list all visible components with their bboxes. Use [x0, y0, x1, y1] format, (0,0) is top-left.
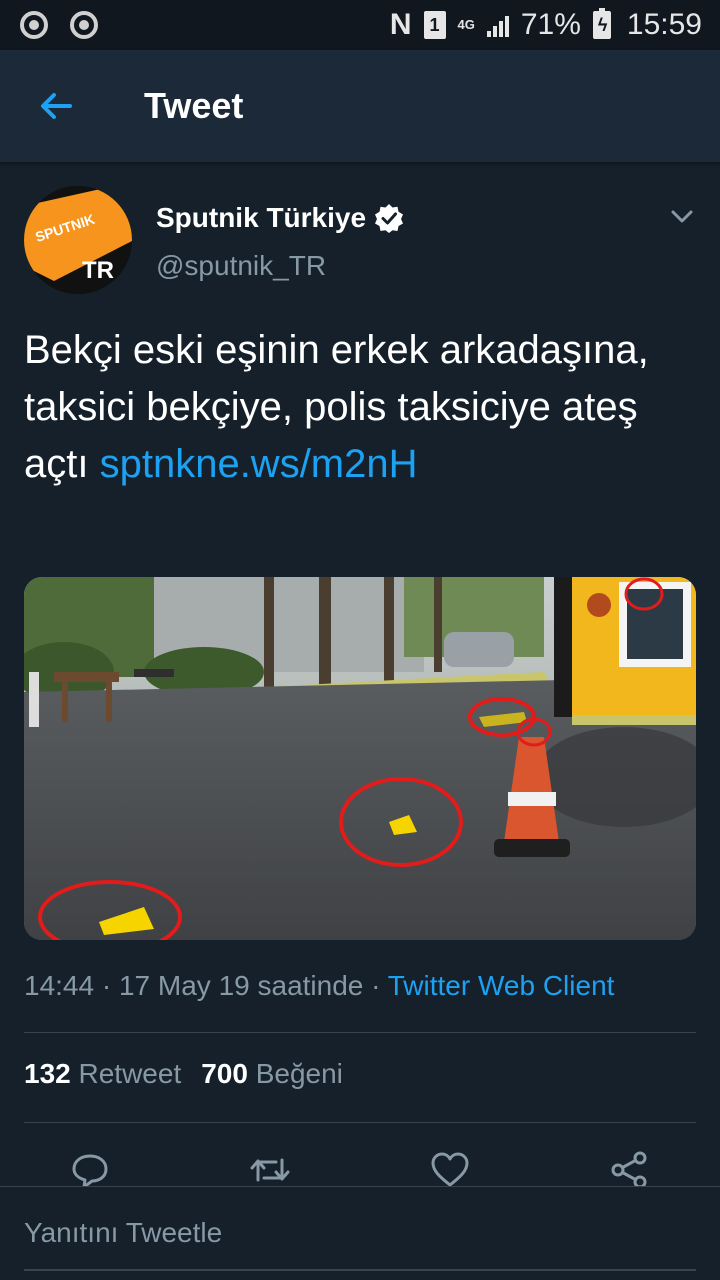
chrome-icon [20, 11, 48, 39]
author-name[interactable]: Sputnik Türkiye [156, 202, 404, 234]
tweet-time: 14:44 [24, 970, 95, 1001]
reply-icon [72, 1154, 108, 1189]
app-header: Tweet [0, 50, 720, 162]
nfc-icon: N [389, 8, 412, 41]
sim-icon: 1 [423, 11, 446, 39]
reply-underline [24, 1269, 696, 1271]
like-icon [431, 1152, 469, 1187]
battery-percent: 71% [520, 8, 581, 41]
tweet-stats: 132 Retweet 700 Beğeni [24, 1058, 343, 1090]
tweet-link[interactable]: sptnkne.ws/m2nH [100, 442, 418, 486]
crime-scene-photo [24, 577, 696, 940]
verified-badge-icon [374, 203, 404, 233]
like-stat[interactable]: 700 Beğeni [201, 1058, 343, 1089]
battery-charging-icon: ϟ [592, 8, 611, 39]
tweet-date: 17 May 19 saatinde [118, 970, 364, 1001]
signal-icon [486, 13, 509, 37]
author-handle[interactable]: @sputnik_TR [156, 250, 326, 282]
tweet-meta: 14:44 · 17 May 19 saatinde · Twitter Web… [24, 970, 615, 1001]
status-bar: N 1 4G 71% ϟ 15:59 [0, 0, 720, 50]
svg-text:TR: TR [82, 257, 114, 284]
clock: 15:59 [626, 8, 702, 41]
tweet-source[interactable]: Twitter Web Client [388, 970, 615, 1001]
chevron-down-icon[interactable] [668, 202, 696, 230]
sputnik-logo: SPUTNIK TR [24, 186, 132, 294]
avatar[interactable]: SPUTNIK TR [24, 186, 132, 294]
tweet-image[interactable] [24, 577, 696, 940]
arrow-left-icon [41, 93, 72, 119]
divider [24, 1122, 696, 1123]
retweet-icon [250, 1158, 290, 1182]
chrome-icon [70, 11, 98, 39]
share-icon [611, 1151, 647, 1189]
retweet-stat[interactable]: 132 Retweet [24, 1058, 181, 1089]
tweet-text: Bekçi eski eşinin erkek arkadaşına, taks… [24, 322, 696, 493]
network-type: 4G [457, 17, 475, 32]
page-title: Tweet [144, 85, 244, 126]
divider [24, 1032, 696, 1033]
reply-input[interactable]: Yanıtını Tweetle [24, 1217, 222, 1249]
tweet-author: SPUTNIK TR Sputnik Türkiye @sputnik_TR [24, 186, 696, 296]
reply-bar: Yanıtını Tweetle [0, 1186, 720, 1280]
back-button[interactable] [26, 76, 86, 136]
